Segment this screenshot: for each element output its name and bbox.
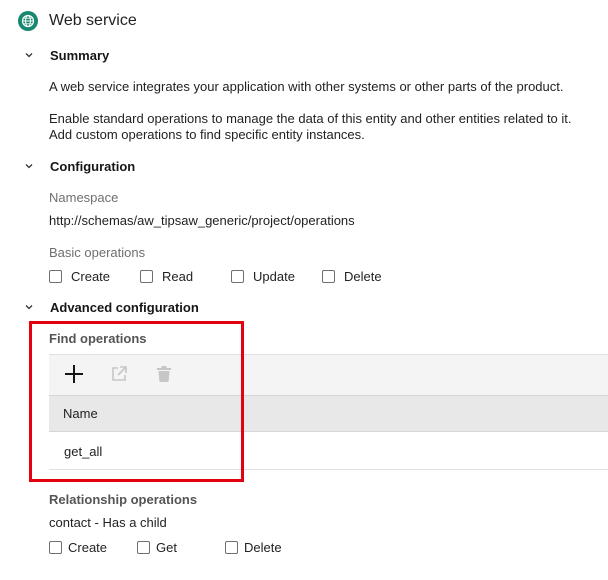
chevron-down-icon <box>22 48 36 62</box>
panel-header: Web service <box>18 10 137 32</box>
checkbox-box[interactable] <box>49 541 62 554</box>
rel-checkbox-delete[interactable]: Delete <box>225 540 282 555</box>
checkbox-label: Delete <box>344 269 382 284</box>
namespace-value: http://schemas/aw_tipsaw_generic/project… <box>49 213 355 228</box>
summary-text: A web service integrates your applicatio… <box>49 79 564 94</box>
checkbox-box[interactable] <box>140 270 153 283</box>
checkbox-read[interactable]: Read <box>140 269 193 284</box>
basic-operations-label: Basic operations <box>49 245 146 260</box>
advanced-configuration-section-toggle[interactable]: Advanced configuration <box>22 297 199 317</box>
checkbox-label: Delete <box>244 540 282 555</box>
checkbox-label: Get <box>156 540 177 555</box>
configuration-section-toggle[interactable]: Configuration <box>22 156 135 176</box>
checkbox-box[interactable] <box>231 270 244 283</box>
checkbox-box[interactable] <box>137 541 150 554</box>
table-row[interactable]: get_all <box>49 432 608 470</box>
chevron-down-icon <box>22 159 36 173</box>
web-service-globe-icon <box>18 11 38 31</box>
find-operations-toolbar <box>49 354 608 395</box>
checkbox-box[interactable] <box>49 270 62 283</box>
column-header-name[interactable]: Name <box>63 406 98 421</box>
relationship-entity: contact - Has a child <box>49 515 167 530</box>
rel-checkbox-get[interactable]: Get <box>137 540 177 555</box>
checkbox-label: Create <box>71 269 111 284</box>
add-operation-button[interactable] <box>63 364 85 389</box>
summary-text-line1: Enable standard operations to manage the… <box>49 111 572 126</box>
rel-checkbox-create[interactable]: Create <box>49 540 107 555</box>
checkbox-delete[interactable]: Delete <box>322 269 382 284</box>
trash-icon <box>156 365 172 388</box>
summary-text-line2: Add custom operations to find specific e… <box>49 127 365 142</box>
checkbox-label: Create <box>68 540 108 555</box>
checkbox-create[interactable]: Create <box>49 269 110 284</box>
find-operations-table-header: Name <box>49 395 608 432</box>
checkbox-label: Read <box>162 269 194 284</box>
relationship-operations-label: Relationship operations <box>49 492 198 507</box>
chevron-down-icon <box>22 300 36 314</box>
checkbox-box[interactable] <box>322 270 335 283</box>
checkbox-update[interactable]: Update <box>231 269 295 284</box>
checkbox-box[interactable] <box>225 541 238 554</box>
delete-operation-button[interactable] <box>153 365 175 387</box>
plus-icon <box>64 364 84 389</box>
advanced-configuration-title: Advanced configuration <box>50 299 199 315</box>
checkbox-label: Update <box>253 269 295 284</box>
configuration-title: Configuration <box>50 158 136 174</box>
open-external-icon <box>110 365 128 388</box>
table-cell-name: get_all <box>64 444 103 459</box>
find-operations-label: Find operations <box>49 331 147 346</box>
page-title: Web service <box>49 12 137 29</box>
summary-section-toggle[interactable]: Summary <box>22 45 109 65</box>
summary-title: Summary <box>50 47 110 63</box>
namespace-label: Namespace <box>49 190 119 205</box>
open-operation-button[interactable] <box>108 365 130 387</box>
